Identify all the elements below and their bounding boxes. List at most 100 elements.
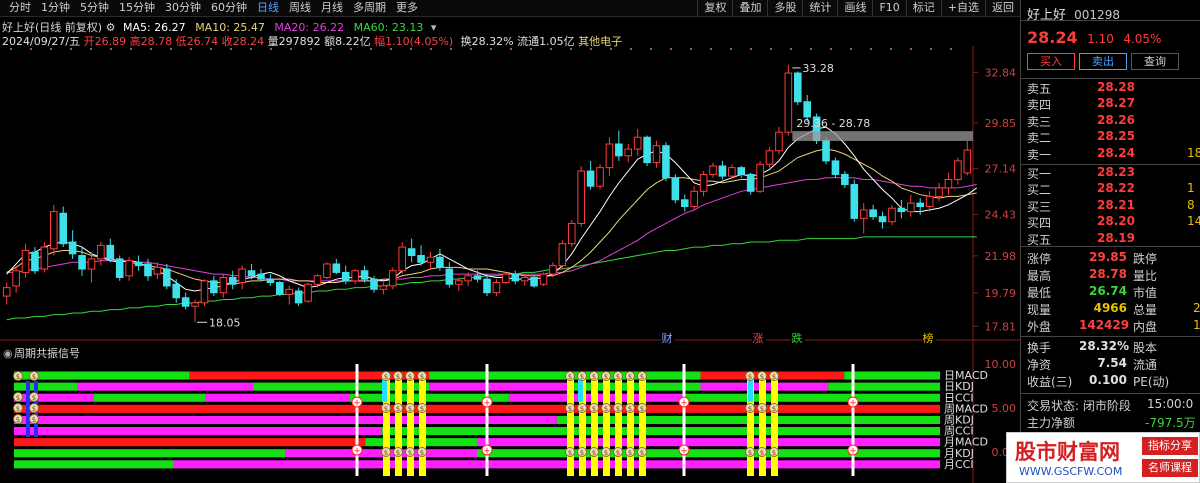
stat-value: 28.78 [1089,267,1127,281]
teacher-course-button[interactable]: 名师课程 [1142,459,1198,477]
candle [341,265,350,285]
event-label[interactable]: 跌 [792,331,803,345]
main-flow-value: -797.5万 [1145,416,1196,430]
stat-label: 最低 [1027,286,1052,300]
order-label: 卖五 [1027,82,1052,96]
tool-button[interactable]: 多股 [767,0,802,16]
period-tab[interactable]: 15分钟 [114,1,160,15]
candle [115,255,124,281]
ask-row[interactable]: 卖五 28.28 [1027,80,1200,96]
period-tab[interactable]: 月线 [316,1,348,15]
money-bag-icon-glyph: $ [580,373,584,381]
bid-row[interactable]: 买二 28.22 1 [1027,181,1200,197]
buy-button[interactable]: 买入 [1027,53,1075,70]
order-price: 28.25 [1097,129,1135,144]
tool-button[interactable]: 统计 [802,0,837,16]
price-tick-label: 17.81 [985,320,1017,333]
change-value: 幅1.10(4.05%) [374,35,454,48]
candle [841,171,849,188]
watermark-banner: 股市财富网 WWW.GSCFW.COM 指标分享 名师课程 [1006,432,1200,483]
candle [247,263,256,280]
period-tab[interactable]: 5分钟 [75,1,114,15]
candle [775,127,783,155]
date-marker-dot [890,48,892,50]
candle [577,165,585,227]
period-tab[interactable]: 分时 [4,1,36,15]
candle [643,135,651,166]
tool-button[interactable]: 叠加 [732,0,767,16]
event-label[interactable]: 涨 [753,332,764,345]
tool-button[interactable]: +自选 [940,0,985,16]
event-label[interactable]: 榜 [923,331,934,345]
watermark-name: 股市财富网 [1015,439,1120,464]
money-bag-icon [417,371,427,381]
stat-value: 2 [1193,301,1200,315]
date-marker-dot [630,48,632,50]
money-bag-icon-glyph: $ [408,373,412,381]
candle [812,113,821,144]
open-value: 开26.89 [83,35,127,48]
period-tab[interactable]: 多周期 [348,1,391,15]
tool-button[interactable]: 画线 [837,0,872,16]
stock-chart-app: 分时 1分钟 5分钟 15分钟 30分钟 60分钟 日线 周线 月线 多周期 更多 复权 叠加 多股 统计… [0,0,1200,483]
ask-row[interactable]: 卖二 28.25 [1027,129,1200,145]
money-bag-icon [405,403,415,413]
order-volume: 1 [1187,181,1195,196]
event-label-bg [922,332,936,344]
money-bag-icon-glyph: $ [396,405,400,413]
ask-row[interactable]: 卖三 28.26 [1027,112,1200,129]
order-price: 28.26 [1097,112,1135,127]
money-bag-icon [745,447,755,457]
candle [210,275,218,297]
ask-row[interactable]: 卖一 28.24 18 [1027,146,1200,162]
period-tab[interactable]: 日线 [252,1,284,15]
candle [266,274,275,286]
candle [539,272,548,286]
signal-cross-icon [847,396,859,408]
candle [615,130,623,161]
sell-button[interactable]: 卖出 [1079,53,1127,70]
panel-collapse-icon[interactable]: ◉ [3,347,13,360]
candle [436,248,444,271]
date-marker-dot [830,48,832,50]
signal-segment [477,449,940,458]
signal-cross-icon [678,444,690,456]
bid-row[interactable]: 买一 28.23 [1027,165,1200,181]
stat-value: 4966 [1093,301,1127,315]
money-bag-icon [625,447,635,457]
signal-yellow-bar [771,378,778,476]
event-label[interactable]: 财 [662,331,673,345]
ask-row[interactable]: 卖四 28.27 [1027,96,1200,112]
stat-row: 净资 7.54 流通 [1027,356,1200,372]
period-tab[interactable]: 30分钟 [160,1,206,15]
tool-button[interactable]: 返回 [985,0,1020,16]
period-tab[interactable]: 1分钟 [36,1,75,15]
bid-row[interactable]: 买四 28.20 14 [1027,214,1200,230]
stat-label: 涨停 [1027,252,1052,266]
signal-yellow-bar [747,378,754,476]
date-marker-dot [750,48,752,50]
price-tick-label: 29.85 [985,117,1017,130]
indicator-share-button[interactable]: 指标分享 [1142,437,1198,455]
candle [709,162,717,178]
kline-chart[interactable]: 32.84 29.85 27.14 24.43 21.98 19.79 17.81 33.28… [0,0,1020,483]
candle [793,71,802,106]
tool-button[interactable]: 标记 [905,0,941,16]
candle [831,157,840,178]
candle [784,64,793,136]
tool-button[interactable]: 复权 [697,0,732,16]
divider [1021,393,1200,394]
period-tab[interactable]: 更多 [391,1,423,15]
tool-button[interactable]: F10 [872,0,905,16]
period-tab[interactable]: 60分钟 [206,1,252,15]
query-button[interactable]: 查询 [1131,53,1179,70]
period-tab[interactable]: 周线 [284,1,316,15]
bid-row[interactable]: 买五 28.19 [1027,231,1200,247]
money-bag-icon-glyph: $ [748,405,752,413]
bid-row[interactable]: 买三 28.21 8 [1027,197,1200,214]
candle [407,238,416,263]
signal-yellow-bar [759,378,766,476]
order-price: 28.21 [1097,197,1135,212]
low-value: 低26.74 [175,35,219,48]
candle [520,274,529,286]
